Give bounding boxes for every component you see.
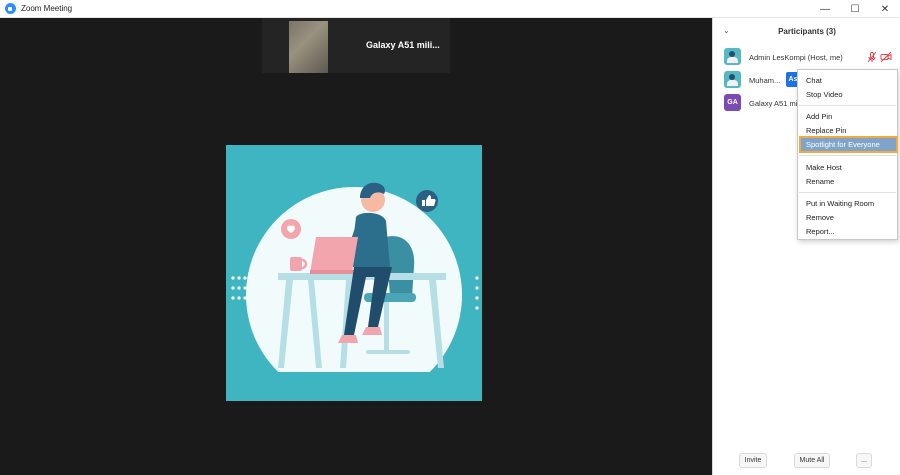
laptop xyxy=(310,237,358,273)
avatar: GA xyxy=(724,94,741,111)
invite-button[interactable]: Invite xyxy=(739,453,767,468)
close-button[interactable]: ✕ xyxy=(870,0,900,18)
dot-pattern-left xyxy=(231,276,247,300)
participants-title: Participants (3) xyxy=(778,27,836,36)
menu-item-spotlight-for-everyone[interactable]: Spotlight for Everyone xyxy=(801,138,896,151)
menu-item-put-in-waiting-room[interactable]: Put in Waiting Room xyxy=(801,197,896,210)
video-off-icon[interactable] xyxy=(880,51,892,63)
menu-item-rename[interactable]: Rename xyxy=(801,175,896,188)
menu-item-stop-video[interactable]: Stop Video xyxy=(801,88,896,101)
participants-header: ⌄ Participants (3) xyxy=(713,18,900,44)
window-controls: — ☐ ✕ xyxy=(810,0,900,18)
thumbnail-name: Galaxy A51 mili... xyxy=(366,40,440,50)
menu-item-remove[interactable]: Remove xyxy=(801,211,896,224)
menu-item-replace-pin[interactable]: Replace Pin xyxy=(801,124,896,137)
menu-item-report[interactable]: Report... xyxy=(801,225,896,238)
more-options-button[interactable]: ... xyxy=(856,453,872,468)
minimize-button[interactable]: — xyxy=(810,0,840,18)
maximize-button[interactable]: ☐ xyxy=(840,0,870,18)
video-area: Galaxy A51 mili... xyxy=(0,18,712,475)
illustration-image xyxy=(226,182,482,401)
menu-divider xyxy=(799,192,896,193)
menu-item-add-pin[interactable]: Add Pin xyxy=(801,110,896,123)
participant-name: Galaxy A51 mili xyxy=(749,99,801,108)
window-title: Zoom Meeting xyxy=(21,4,73,13)
participants-footer: Invite Mute All ... xyxy=(713,450,900,468)
participant-row-host[interactable]: Admin LesKompi (Host, me) xyxy=(713,46,900,68)
mug xyxy=(290,257,302,271)
participant-context-menu: Chat Stop Video Add Pin Replace Pin Spot… xyxy=(797,69,898,240)
avatar xyxy=(724,48,741,65)
mute-all-button[interactable]: Mute All xyxy=(794,453,830,468)
menu-item-chat[interactable]: Chat xyxy=(801,74,896,87)
avatar xyxy=(724,71,741,88)
menu-divider xyxy=(799,105,896,106)
dot-pattern-right xyxy=(475,276,479,310)
thumbnail-video xyxy=(289,21,328,73)
participant-thumbnail[interactable]: Galaxy A51 mili... xyxy=(262,18,450,73)
participant-name: Admin LesKompi (Host, me) xyxy=(749,53,843,62)
menu-item-make-host[interactable]: Make Host xyxy=(801,161,896,174)
participant-name: Muham... xyxy=(749,76,781,85)
zoom-logo-icon xyxy=(5,3,16,14)
mic-muted-icon[interactable] xyxy=(866,51,878,63)
title-bar: Zoom Meeting — ☐ ✕ xyxy=(0,0,900,18)
menu-divider xyxy=(799,155,896,156)
active-speaker-video xyxy=(226,145,482,401)
